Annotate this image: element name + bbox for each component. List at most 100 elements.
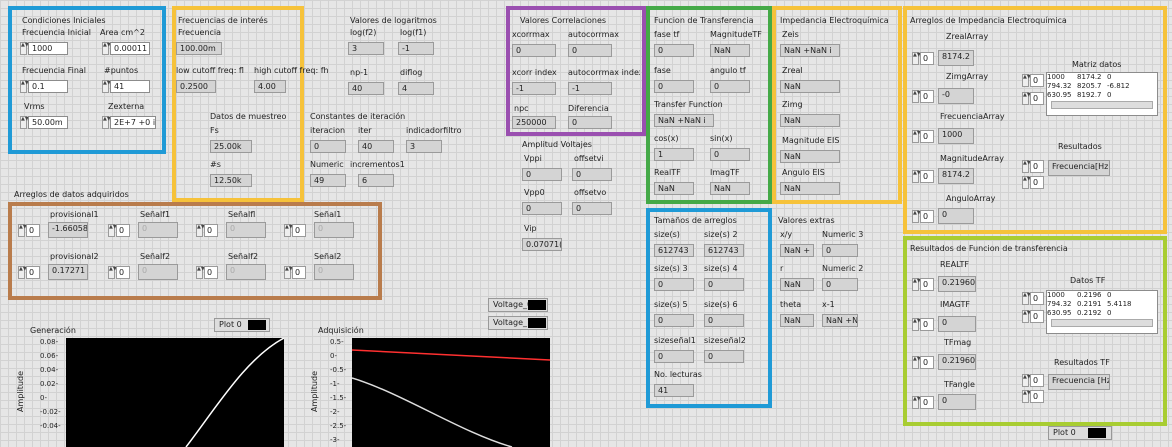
res-tfangle-index[interactable]: 0 xyxy=(920,396,934,409)
gen-plot-title: Generación xyxy=(30,326,76,335)
res-tfmag-spinner[interactable]: ▲▼ xyxy=(912,356,921,369)
res-tfmag-index[interactable]: 0 xyxy=(920,356,934,369)
area-input[interactable]: 0.00011 xyxy=(110,42,150,55)
extras-title: Valores extras xyxy=(778,216,835,225)
mag-array-index-spinner[interactable]: ▲▼ xyxy=(912,170,921,183)
ps-value: 12.50k xyxy=(210,174,252,187)
matriz-col-index[interactable]: 0 xyxy=(1030,92,1044,105)
datos-tf-col-index[interactable]: 0 xyxy=(1030,310,1044,323)
datos-tf-col-spinner[interactable]: ▲▼ xyxy=(1022,310,1031,323)
senal1-index[interactable]: 0 xyxy=(292,224,306,237)
resultados-spinner-2[interactable]: ▲▼ xyxy=(1022,176,1031,189)
np1-value: 40 xyxy=(348,82,384,95)
prov2-index[interactable]: 0 xyxy=(26,266,40,279)
ang-array-label: AnguloArray xyxy=(946,194,996,203)
res-realtf-index[interactable]: 0 xyxy=(920,278,934,291)
matriz-scrollbar[interactable] xyxy=(1051,101,1153,109)
frec-array-index-spinner[interactable]: ▲▼ xyxy=(912,130,921,143)
res-tf-index-2[interactable]: 0 xyxy=(1030,390,1044,403)
senal2-index[interactable]: 0 xyxy=(292,266,306,279)
realtf-label: RealTF xyxy=(654,168,681,177)
ang-array-index[interactable]: 0 xyxy=(920,210,934,223)
frec-array-index[interactable]: 0 xyxy=(920,130,934,143)
resultados-spinner[interactable]: ▲▼ xyxy=(1022,160,1031,173)
mageis-label: Magnitude EIS xyxy=(782,136,840,145)
logf1-value: -1 xyxy=(398,42,434,55)
offseto-label: offsetvo xyxy=(574,188,607,197)
matriz-table[interactable]: 1000 8174.2 0 794.32 8205.7 -6.812 630.95 819… xyxy=(1046,72,1158,116)
senalf2-index[interactable]: 0 xyxy=(116,266,130,279)
datos-tf-scrollbar[interactable] xyxy=(1051,319,1153,327)
senalf2b-index[interactable]: 0 xyxy=(204,266,218,279)
gen-ylabel: Amplitude xyxy=(16,371,25,412)
logf2-value: 3 xyxy=(348,42,384,55)
gen-plot-area[interactable] xyxy=(66,338,284,447)
zreal-array-index-spinner[interactable]: ▲▼ xyxy=(912,52,921,65)
cos-value: 1 xyxy=(654,148,694,161)
senalf1-spinner[interactable]: ▲▼ xyxy=(108,224,117,237)
senalf2b-spinner[interactable]: ▲▼ xyxy=(196,266,205,279)
vrms-spinner[interactable]: ▲▼ xyxy=(20,116,29,129)
realtf-value: NaN xyxy=(654,182,694,195)
puntos-spinner[interactable]: ▲▼ xyxy=(102,80,111,93)
iter-value: 40 xyxy=(358,140,394,153)
vrms-input[interactable]: 50.00m xyxy=(28,116,68,129)
f-ini-input[interactable]: 1000 xyxy=(28,42,68,55)
f-fin-input[interactable]: 0.1 xyxy=(28,80,68,93)
senalfl-spinner[interactable]: ▲▼ xyxy=(196,224,205,237)
prov2-spinner[interactable]: ▲▼ xyxy=(18,266,27,279)
res-imagtf-spinner[interactable]: ▲▼ xyxy=(912,318,921,331)
datos-tf-row-spinner[interactable]: ▲▼ xyxy=(1022,292,1031,305)
res-tf-index[interactable]: 0 xyxy=(1030,374,1044,387)
zext-input[interactable]: 2E+7 +0 i xyxy=(110,116,156,129)
imagtf-label: ImagTF xyxy=(710,168,740,177)
res-tf-spinner-2[interactable]: ▲▼ xyxy=(1022,390,1031,403)
zext-spinner[interactable]: ▲▼ xyxy=(102,116,111,129)
area-spinner[interactable]: ▲▼ xyxy=(102,42,111,55)
zimg-array-index-spinner[interactable]: ▲▼ xyxy=(912,90,921,103)
res-realtf-spinner[interactable]: ▲▼ xyxy=(912,278,921,291)
sin-value: 0 xyxy=(710,148,750,161)
datos-tf-table[interactable]: 1000 0.2196 0 794.32 0.2191 5.4118 630.95 0.2… xyxy=(1046,290,1158,334)
zimg-array-index[interactable]: 0 xyxy=(920,90,934,103)
f-fin-spinner[interactable]: ▲▼ xyxy=(20,80,29,93)
y-tick-label: 0.5- xyxy=(330,338,344,346)
res-tfangle-label: TFangle xyxy=(944,380,975,389)
autocorrindex-label: autocorrmax index xyxy=(568,68,640,77)
adq-plot-area[interactable] xyxy=(352,338,550,447)
resultados-index-2[interactable]: 0 xyxy=(1030,176,1044,189)
prov1-spinner[interactable]: ▲▼ xyxy=(18,224,27,237)
s2-label: size(s) 2 xyxy=(704,230,738,239)
cos-label: cos(x) xyxy=(654,134,679,143)
resultados-index[interactable]: 0 xyxy=(1030,160,1044,173)
senalfl-index[interactable]: 0 xyxy=(204,224,218,237)
senal1-spinner[interactable]: ▲▼ xyxy=(284,224,293,237)
f-ini-spinner[interactable]: ▲▼ xyxy=(20,42,29,55)
senalf2-spinner[interactable]: ▲▼ xyxy=(108,266,117,279)
senalf1-index[interactable]: 0 xyxy=(116,224,130,237)
v0-legend-swatch xyxy=(528,300,546,310)
res-tf-spinner[interactable]: ▲▼ xyxy=(1022,374,1031,387)
zreal-array-index[interactable]: 0 xyxy=(920,52,934,65)
ang-array-index-spinner[interactable]: ▲▼ xyxy=(912,210,921,223)
matriz-col-spinner[interactable]: ▲▼ xyxy=(1022,92,1031,105)
matriz-row-index[interactable]: 0 xyxy=(1030,74,1044,87)
datos-tf-row-index[interactable]: 0 xyxy=(1030,292,1044,305)
prov1-index[interactable]: 0 xyxy=(26,224,40,237)
frec-array-label: FrecuenciaArray xyxy=(940,112,1005,121)
puntos-input[interactable]: 41 xyxy=(110,80,150,93)
imp-title: Impedancia Electroquímica xyxy=(780,16,889,25)
xy-label: x/y xyxy=(780,230,793,239)
senal2-spinner[interactable]: ▲▼ xyxy=(284,266,293,279)
res-imagtf-index[interactable]: 0 xyxy=(920,318,934,331)
diflog-value: 4 xyxy=(398,82,434,95)
table-row: 1000 0.2196 0 xyxy=(1047,291,1112,299)
y-tick-label: 0.08- xyxy=(40,338,59,346)
muestreo-label: Datos de muestreo xyxy=(210,112,287,121)
senalf2-value: 0 xyxy=(138,264,178,280)
senalf2-label: Señalf2 xyxy=(140,252,171,261)
res-tfangle-spinner[interactable]: ▲▼ xyxy=(912,396,921,409)
mag-array-index[interactable]: 0 xyxy=(920,170,934,183)
xy-value: NaN + xyxy=(780,244,814,257)
matriz-row-spinner[interactable]: ▲▼ xyxy=(1022,74,1031,87)
